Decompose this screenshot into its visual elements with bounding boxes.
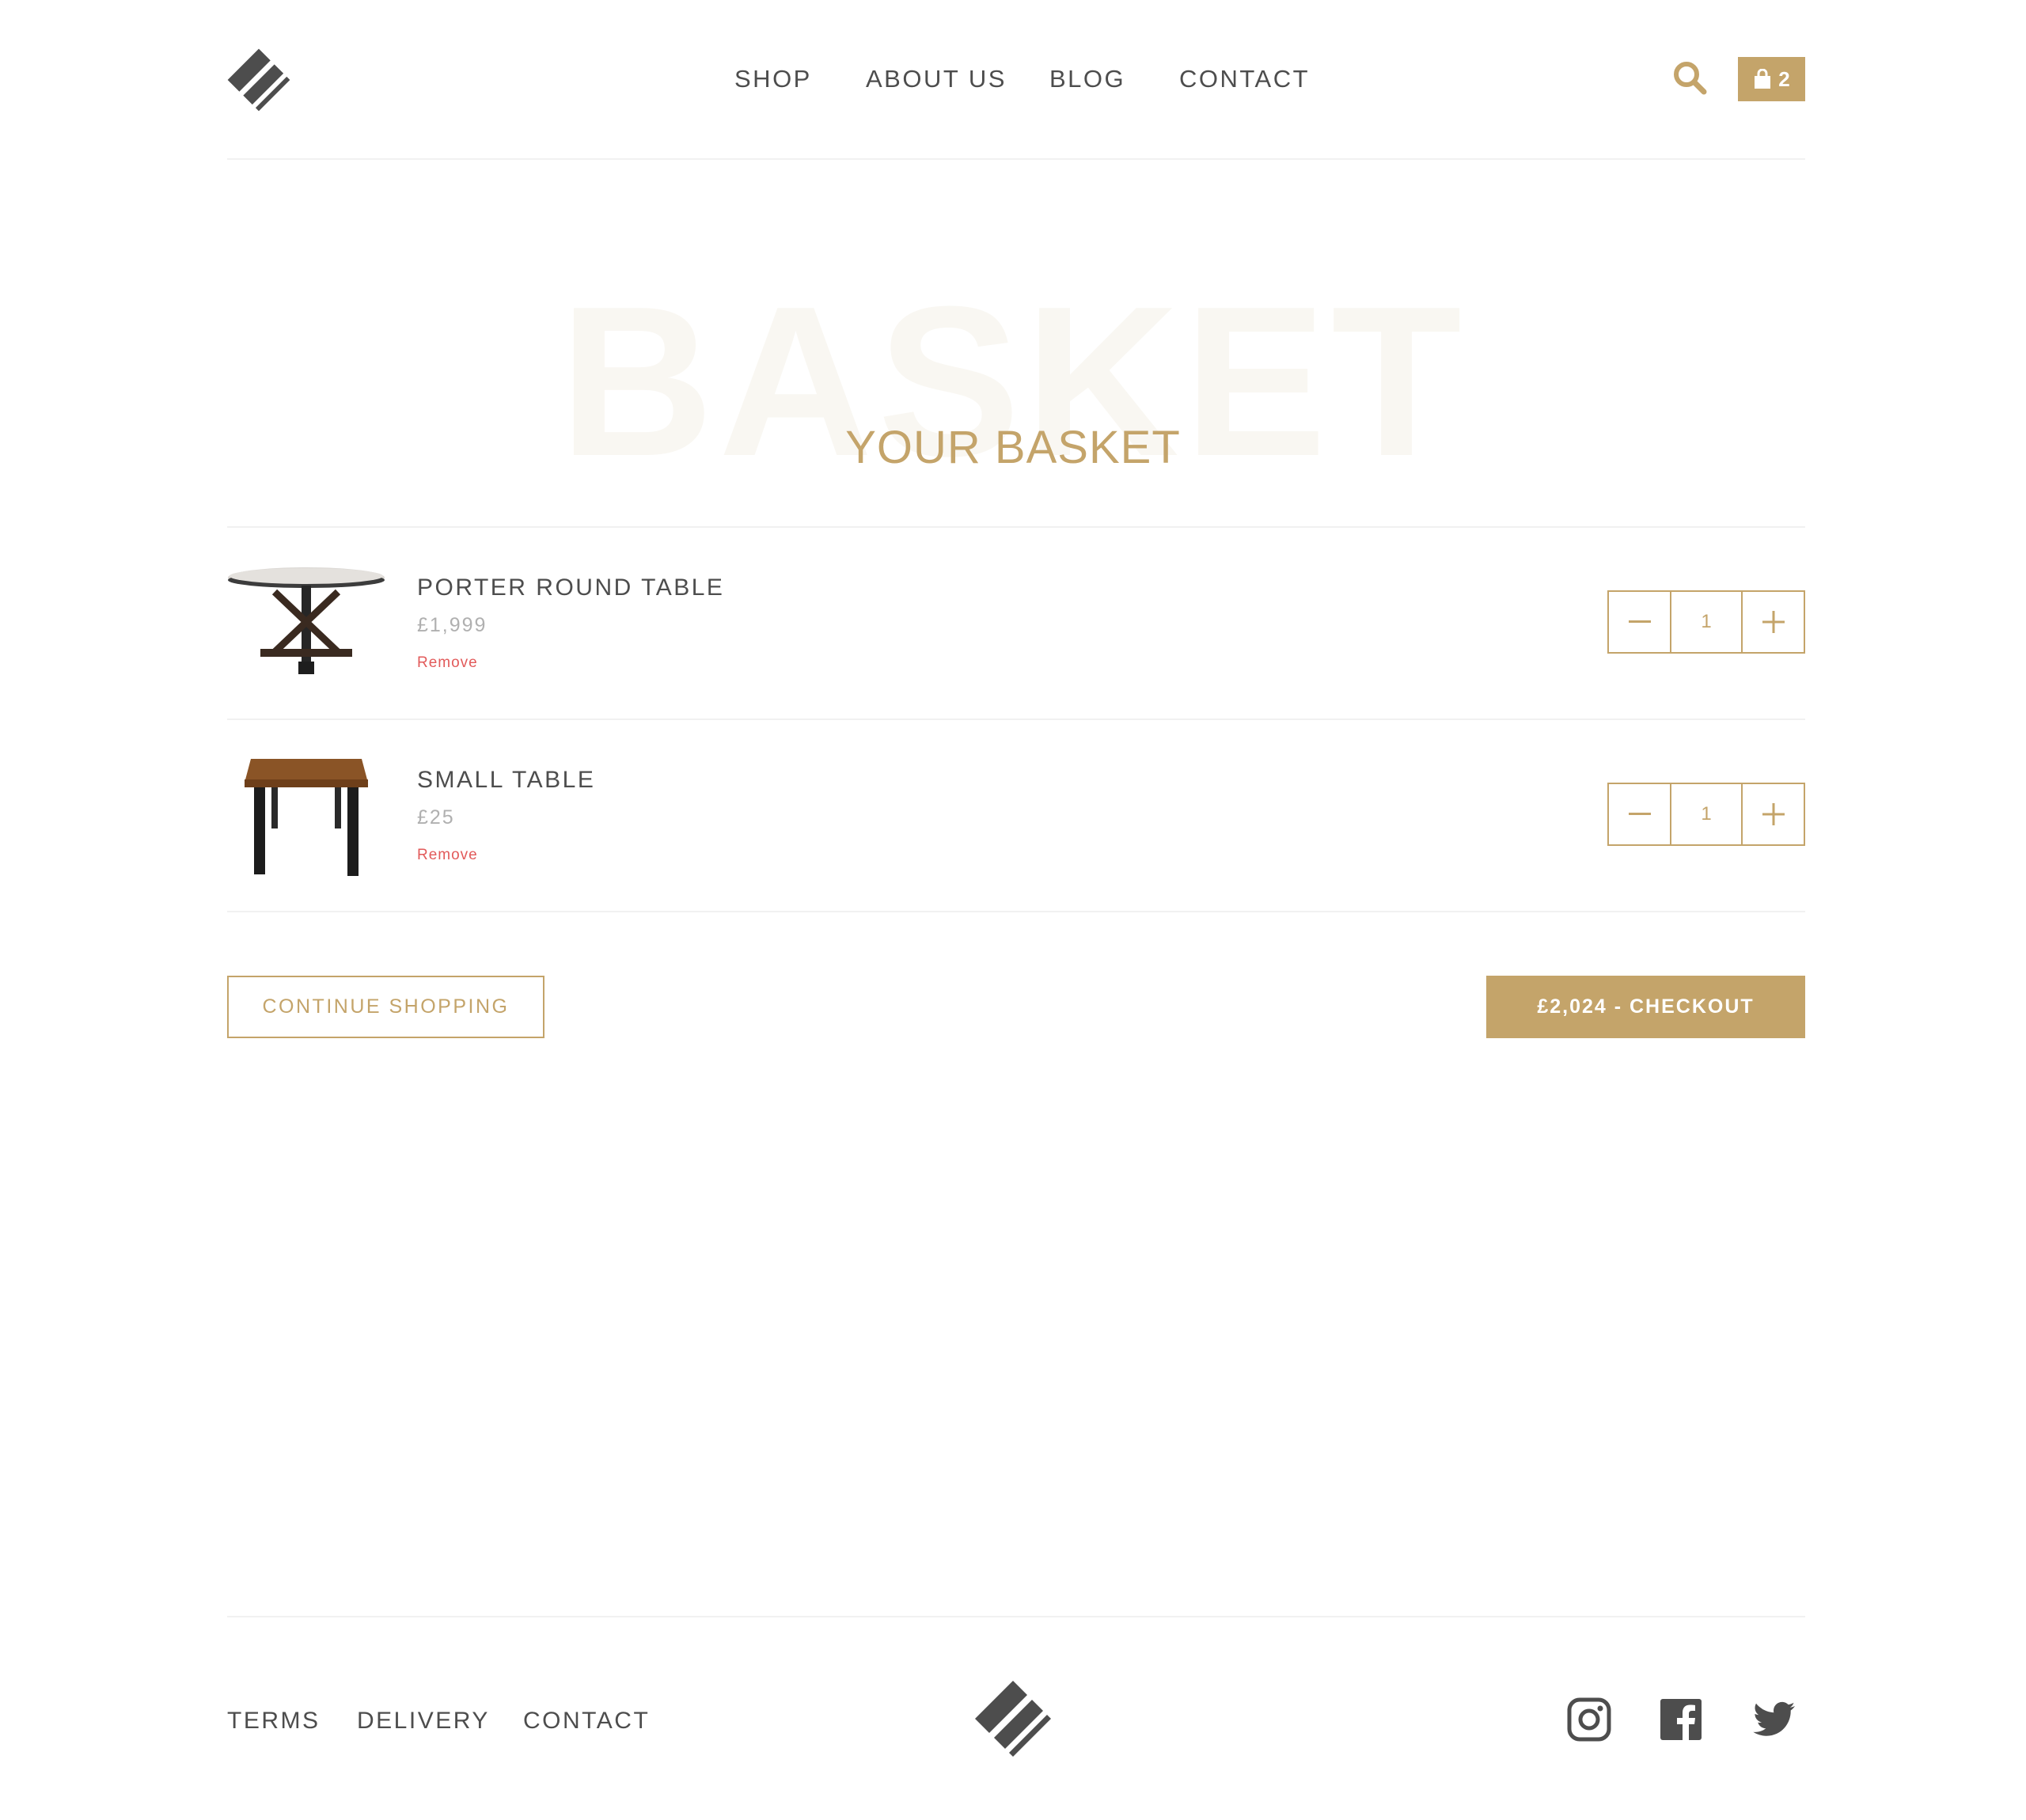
basket-top-divider bbox=[227, 526, 1805, 528]
facebook-icon[interactable] bbox=[1659, 1697, 1703, 1742]
footer-logo-icon[interactable] bbox=[973, 1679, 1053, 1758]
page-title: YOUR BASKET bbox=[845, 422, 1181, 473]
checkout-button[interactable]: £2,024 - CHECKOUT bbox=[1486, 976, 1805, 1038]
footer-delivery-link[interactable]: DELIVERY bbox=[357, 1708, 490, 1735]
item-price: £1,999 bbox=[417, 614, 488, 636]
nav-blog[interactable]: BLOG bbox=[1049, 65, 1125, 93]
basket-item: PORTER ROUND TABLE £1,999 Remove 1 bbox=[227, 563, 1805, 753]
search-icon[interactable] bbox=[1672, 60, 1707, 95]
instagram-icon[interactable] bbox=[1567, 1697, 1611, 1742]
basket-bottom-divider bbox=[227, 911, 1805, 912]
minus-icon bbox=[1628, 813, 1651, 815]
continue-shopping-button[interactable]: CONTINUE SHOPPING bbox=[227, 976, 544, 1038]
nav-contact[interactable]: CONTACT bbox=[1179, 65, 1310, 93]
quantity-stepper: 1 bbox=[1607, 590, 1805, 654]
increment-button[interactable] bbox=[1743, 592, 1804, 652]
quantity-value[interactable]: 1 bbox=[1670, 784, 1743, 844]
remove-link[interactable]: Remove bbox=[417, 847, 478, 864]
logo-icon[interactable] bbox=[226, 47, 291, 112]
cart-button[interactable]: 2 bbox=[1738, 57, 1805, 101]
header-divider bbox=[227, 158, 1805, 160]
decrement-button[interactable] bbox=[1609, 784, 1670, 844]
footer-contact-link[interactable]: CONTACT bbox=[523, 1708, 650, 1735]
item-name: SMALL TABLE bbox=[417, 767, 596, 793]
shopping-bag-icon bbox=[1755, 69, 1771, 89]
item-price: £25 bbox=[417, 806, 455, 828]
decrement-button[interactable] bbox=[1609, 592, 1670, 652]
basket-item: SMALL TABLE £25 Remove 1 bbox=[227, 756, 1805, 946]
remove-link[interactable]: Remove bbox=[417, 654, 478, 672]
footer-divider bbox=[227, 1616, 1805, 1617]
item-name: PORTER ROUND TABLE bbox=[417, 574, 725, 601]
nav-about-us[interactable]: ABOUT US bbox=[866, 65, 1007, 93]
quantity-value[interactable]: 1 bbox=[1670, 592, 1743, 652]
cart-count: 2 bbox=[1778, 66, 1790, 91]
item-divider bbox=[227, 719, 1805, 720]
minus-icon bbox=[1628, 620, 1651, 623]
twitter-icon[interactable] bbox=[1752, 1697, 1796, 1742]
plus-icon bbox=[1762, 611, 1785, 633]
increment-button[interactable] bbox=[1743, 784, 1804, 844]
round-table-image bbox=[228, 567, 385, 674]
quantity-stepper: 1 bbox=[1607, 783, 1805, 846]
plus-icon bbox=[1762, 803, 1785, 825]
nav-shop[interactable]: SHOP bbox=[734, 65, 812, 93]
small-table-image bbox=[245, 759, 368, 876]
footer-terms-link[interactable]: TERMS bbox=[227, 1708, 321, 1735]
